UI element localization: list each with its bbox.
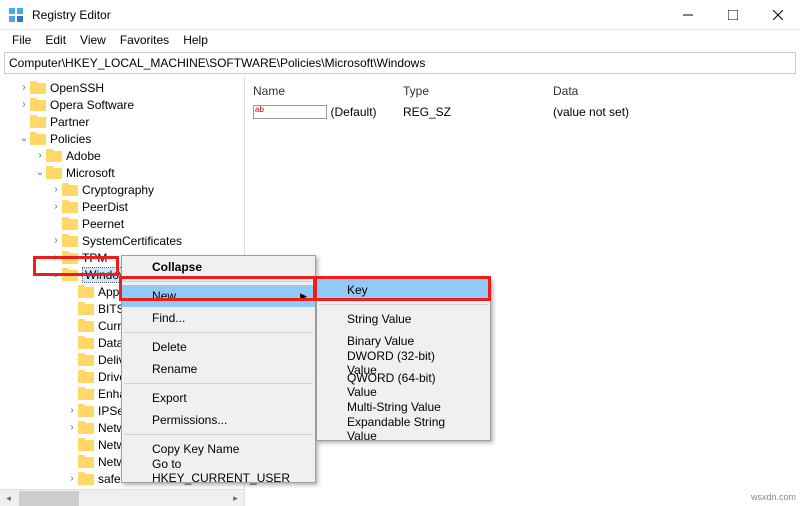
tree-item[interactable]: Partner	[0, 113, 244, 130]
app-icon	[8, 7, 24, 23]
ctx-expandable-string-value[interactable]: Expandable String Value	[317, 418, 490, 440]
tree-label: Cryptography	[82, 183, 154, 197]
tree-label: PeerDist	[82, 200, 128, 214]
separator	[124, 332, 313, 333]
ctx-qword-value[interactable]: QWORD (64-bit) Value	[317, 374, 490, 396]
tree-label: OpenSSH	[50, 81, 104, 95]
tree-item[interactable]: ›OpenSSH	[0, 79, 244, 96]
tree-label: Opera Software	[50, 98, 134, 112]
menu-edit[interactable]: Edit	[38, 31, 73, 49]
tree-item[interactable]: ›SystemCertificates	[0, 232, 244, 249]
tree-label: Policies	[50, 132, 91, 146]
cell-data: (value not set)	[553, 105, 703, 119]
window-title: Registry Editor	[32, 8, 665, 22]
col-name[interactable]: Name	[253, 84, 403, 98]
submenu: Key String Value Binary Value DWORD (32-…	[316, 278, 491, 441]
tree-label: Microsoft	[66, 166, 115, 180]
tree-item[interactable]: Peernet	[0, 215, 244, 232]
watermark: wsxdn.com	[751, 492, 796, 502]
menu-view[interactable]: View	[73, 31, 113, 49]
separator	[319, 304, 488, 305]
minimize-button[interactable]	[665, 0, 710, 30]
ctx-new[interactable]: New▶	[122, 285, 315, 307]
ctx-export[interactable]: Export	[122, 387, 315, 409]
close-button[interactable]	[755, 0, 800, 30]
tree-item[interactable]: ⌄Microsoft	[0, 164, 244, 181]
menu-favorites[interactable]: Favorites	[113, 31, 176, 49]
tree-item[interactable]: ⌄Policies	[0, 130, 244, 147]
ctx-key[interactable]: Key	[317, 279, 490, 301]
list-row[interactable]: (Default) REG_SZ (value not set)	[253, 102, 792, 122]
ctx-goto-hkcu[interactable]: Go to HKEY_CURRENT_USER	[122, 460, 315, 482]
tree-item[interactable]: ›Adobe	[0, 147, 244, 164]
tree-item[interactable]: ›PeerDist	[0, 198, 244, 215]
address-bar[interactable]: Computer\HKEY_LOCAL_MACHINE\SOFTWARE\Pol…	[4, 52, 796, 74]
separator	[124, 383, 313, 384]
tree-label: Peernet	[82, 217, 124, 231]
cell-type: REG_SZ	[403, 105, 553, 119]
string-value-icon	[253, 105, 327, 119]
ctx-collapse[interactable]: Collapse	[122, 256, 315, 278]
col-type[interactable]: Type	[403, 84, 553, 98]
col-data[interactable]: Data	[553, 84, 703, 98]
horizontal-scrollbar[interactable]: ◂ ▸	[0, 489, 244, 506]
tree-label: Partner	[50, 115, 89, 129]
tree-label: Adobe	[66, 149, 101, 163]
ctx-string-value[interactable]: String Value	[317, 308, 490, 330]
tree-item[interactable]: ›Cryptography	[0, 181, 244, 198]
ctx-find[interactable]: Find...	[122, 307, 315, 329]
separator	[124, 434, 313, 435]
submenu-arrow-icon: ▶	[300, 291, 307, 302]
ctx-permissions[interactable]: Permissions...	[122, 409, 315, 431]
tree-item[interactable]: ›Opera Software	[0, 96, 244, 113]
menubar: File Edit View Favorites Help	[0, 30, 800, 50]
address-text: Computer\HKEY_LOCAL_MACHINE\SOFTWARE\Pol…	[9, 56, 425, 70]
tree-label: TPM	[82, 251, 107, 265]
list-header: Name Type Data	[253, 80, 792, 102]
tree-label: SystemCertificates	[82, 234, 182, 248]
titlebar: Registry Editor	[0, 0, 800, 30]
menu-help[interactable]: Help	[176, 31, 215, 49]
window-controls	[665, 0, 800, 30]
maximize-button[interactable]	[710, 0, 755, 30]
separator	[124, 281, 313, 282]
ctx-rename[interactable]: Rename	[122, 358, 315, 380]
menu-file[interactable]: File	[5, 31, 38, 49]
context-menu: Collapse New▶ Find... Delete Rename Expo…	[121, 255, 316, 483]
ctx-delete[interactable]: Delete	[122, 336, 315, 358]
scroll-thumb[interactable]	[19, 491, 79, 506]
cell-name: (Default)	[253, 105, 403, 119]
